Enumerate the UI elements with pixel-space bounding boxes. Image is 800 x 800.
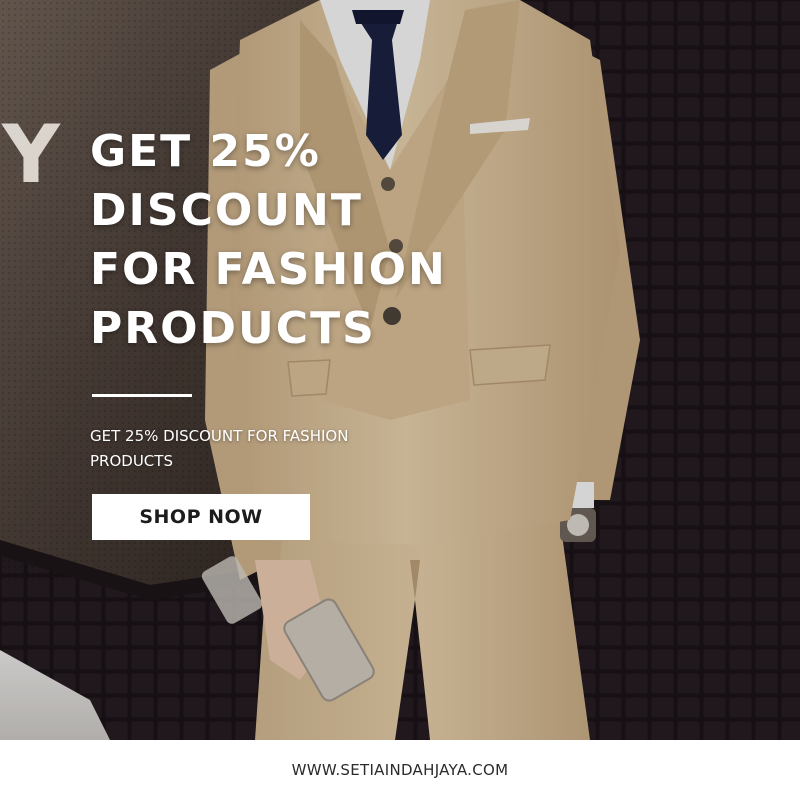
- headline-line-2: DISCOUNT: [90, 185, 363, 236]
- headline-line-3: FOR FASHION: [90, 244, 447, 295]
- divider-line: [92, 394, 192, 397]
- man-in-beige-suit-image: [0, 0, 800, 740]
- headline: GET 25% DISCOUNT FOR FASHION PRODUCTS: [90, 122, 447, 358]
- subtitle: GET 25% DISCOUNT FOR FASHION PRODUCTS: [90, 427, 349, 470]
- store-sign-letter: Y: [2, 108, 60, 201]
- website-url[interactable]: WWW.SETIAINDAHJAYA.COM: [292, 761, 509, 779]
- headline-line-1: GET 25%: [90, 126, 321, 177]
- promo-banner: Y GET 25% DISCOUNT FOR FASHION PRODUCTS …: [0, 0, 800, 800]
- hero-photo: Y: [0, 0, 800, 740]
- shop-now-button[interactable]: SHOP NOW: [92, 494, 310, 540]
- headline-line-4: PRODUCTS: [90, 303, 376, 354]
- footer: WWW.SETIAINDAHJAYA.COM: [0, 740, 800, 800]
